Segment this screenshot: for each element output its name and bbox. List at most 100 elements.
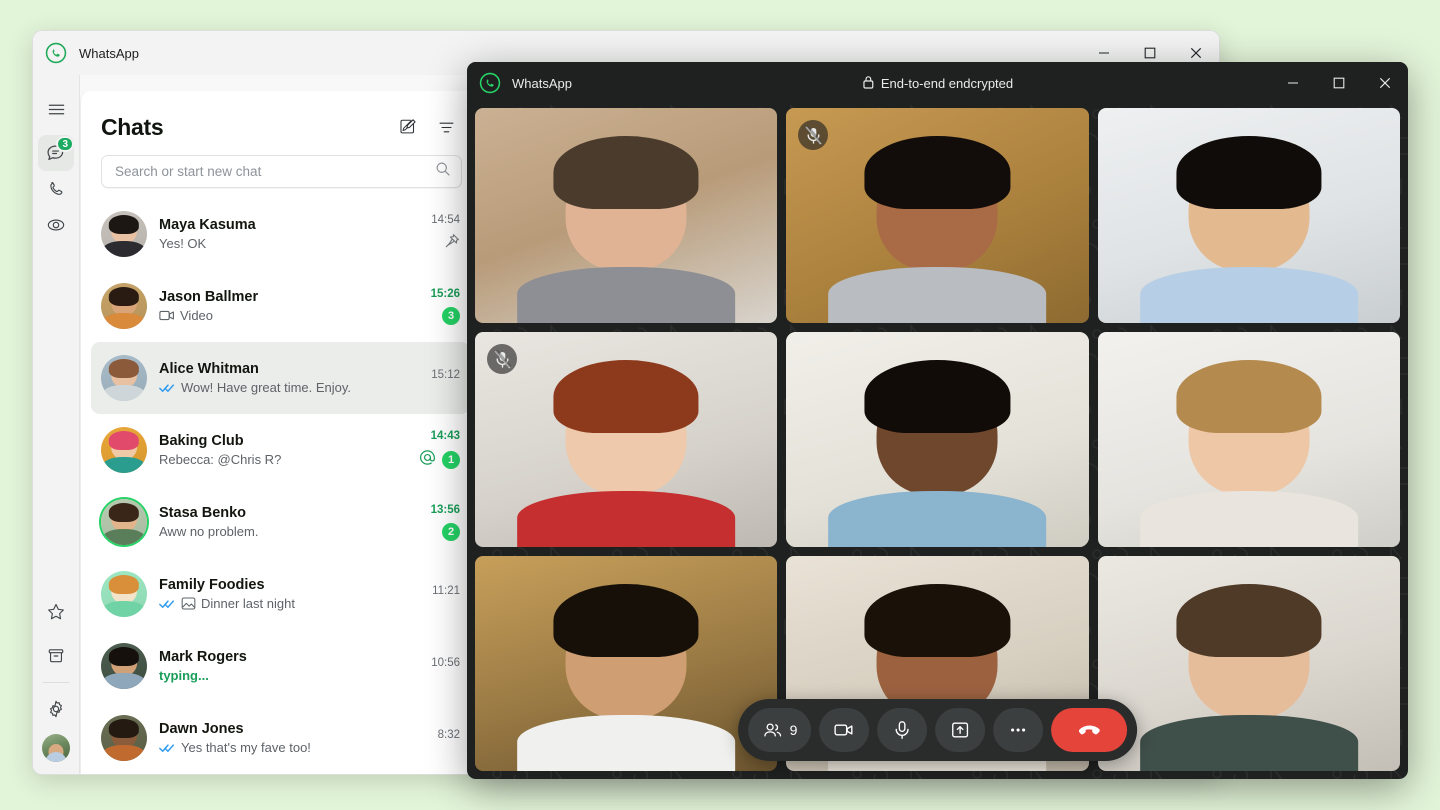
more-options-button[interactable] [993,708,1044,752]
contact-avatar[interactable] [101,499,147,545]
read-receipt-ticks [159,742,176,754]
filter-icon[interactable] [430,111,462,143]
maximize-icon[interactable] [1316,62,1362,104]
contact-avatar[interactable] [101,571,147,617]
profile-avatar[interactable] [42,734,70,762]
chat-contact-name: Stasa Benko [159,505,247,521]
search-input[interactable] [115,164,435,179]
chat-item-meta: 11:21 [418,585,460,604]
sidebar-item-calls[interactable] [38,171,74,207]
chat-item-meta: 14:54 [418,214,460,254]
main-window-title: WhatsApp [79,45,139,61]
unread-count-badge: 3 [442,306,460,325]
pin-icon [444,233,460,254]
contact-avatar[interactable] [101,211,147,257]
chat-list-item[interactable]: Jason Ballmer Video 15:26 3 [91,270,470,342]
rail-divider [43,682,69,683]
participants-button[interactable]: 9 [747,708,812,752]
search-icon[interactable] [435,161,451,182]
gear-icon[interactable] [38,691,74,727]
starred-icon[interactable] [38,594,74,630]
sidebar-item-status[interactable] [38,207,74,243]
participant-video-feed [475,108,778,323]
chat-item-content: Dawn Jones Yes that's my fave too! [159,721,406,755]
share-screen-button[interactable] [935,708,986,752]
video-camera-icon [834,724,853,736]
page-title: Chats [101,113,164,140]
chat-contact-name: Baking Club [159,433,244,449]
chat-item-meta: 15:26 3 [418,288,460,325]
chat-timestamp: 13:56 [430,503,460,516]
chat-list-panel: Chats Search or start new chat Maya Kasu… [80,91,480,774]
encryption-status: End-to-end endcrypted [862,75,1013,92]
people-icon [763,722,781,736]
chat-item-content: Jason Ballmer Video [159,289,406,323]
video-participant-tile[interactable] [475,556,778,771]
chat-list-item[interactable]: Family Foodies Dinner last night 11:21 [91,558,470,630]
chat-list-item[interactable]: Mark Rogers typing... 10:56 [91,630,470,702]
call-controls-bar: 9 [737,699,1138,761]
chat-list-item[interactable]: Maya Kasuma Yes! OK 14:54 [91,198,470,270]
chat-list-item[interactable]: Dawn Jones Yes that's my fave too! 8:32 [91,702,470,774]
archive-box-icon[interactable] [38,638,74,674]
search-box[interactable] [101,155,462,188]
participant-video-feed [475,556,778,771]
mention-icon [419,449,436,471]
hamburger-menu-icon[interactable] [38,91,74,127]
video-participant-tile[interactable] [786,332,1089,547]
contact-avatar[interactable] [101,715,147,761]
compose-new-chat-icon[interactable] [392,111,424,143]
read-receipt-ticks [159,598,176,610]
chat-item-content: Alice Whitman Wow! Have great time. Enjo… [159,361,406,395]
unread-count-badge: 1 [442,450,460,469]
chat-list-item[interactable]: Alice Whitman Wow! Have great time. Enjo… [91,342,470,414]
encryption-text: End-to-end endcrypted [880,75,1014,91]
chat-timestamp: 15:12 [431,368,460,381]
video-participant-tile[interactable] [475,332,778,547]
chat-timestamp: 8:32 [437,728,460,741]
contact-avatar[interactable] [101,427,147,473]
chat-timestamp: 15:26 [430,287,460,300]
chat-item-meta: 10:56 [418,657,460,676]
contact-avatar[interactable] [101,355,147,401]
share-screen-icon [952,722,969,738]
video-participant-tile[interactable] [1097,332,1400,547]
chat-item-content: Maya Kasuma Yes! OK [159,217,406,251]
close-icon[interactable] [1362,62,1408,104]
minimize-icon[interactable] [1270,62,1316,104]
participant-video-feed [786,108,1089,323]
participant-video-feed [1097,556,1400,771]
contact-avatar[interactable] [101,643,147,689]
chat-item-content: Family Foodies Dinner last night [159,577,406,611]
call-window-titlebar: WhatsApp End-to-end endcrypted [467,62,1408,104]
contact-avatar[interactable] [101,283,147,329]
sidebar-item-chats[interactable]: 3 [38,135,74,171]
chat-contact-name: Alice Whitman [159,361,259,377]
video-participant-tile[interactable] [475,108,778,323]
chat-list-item[interactable]: Baking Club Rebecca: @Chris R? 14:43 1 [91,414,470,486]
chat-item-meta: 8:32 [418,729,460,748]
chat-item-content: Stasa Benko Aww no problem. [159,505,406,539]
chat-preview-message: typing... [159,668,209,683]
video-camera-icon [159,309,175,322]
video-participant-tile[interactable] [1097,108,1400,323]
chat-preview-message: Video [159,308,406,323]
chat-item-content: Baking Club Rebecca: @Chris R? [159,433,406,467]
chat-item-meta: 13:56 2 [418,504,460,541]
chats-unread-badge: 3 [56,136,74,152]
chat-contact-name: Family Foodies [159,577,265,593]
end-call-icon [1079,725,1101,735]
toggle-camera-button[interactable] [819,708,870,752]
end-call-button[interactable] [1051,708,1128,752]
chat-item-meta: 14:43 1 [418,430,460,471]
read-receipt-ticks [159,382,176,394]
chat-list-item[interactable]: Stasa Benko Aww no problem. 13:56 2 [91,486,470,558]
video-participant-tile[interactable] [786,108,1089,323]
toggle-microphone-button[interactable] [877,708,928,752]
video-participant-tile[interactable] [1097,556,1400,771]
search-container [81,149,480,198]
muted-microphone-icon [487,344,517,374]
participant-video-feed [475,332,778,547]
chat-contact-name: Maya Kasuma [159,217,256,233]
chat-timestamp: 14:54 [431,214,460,226]
